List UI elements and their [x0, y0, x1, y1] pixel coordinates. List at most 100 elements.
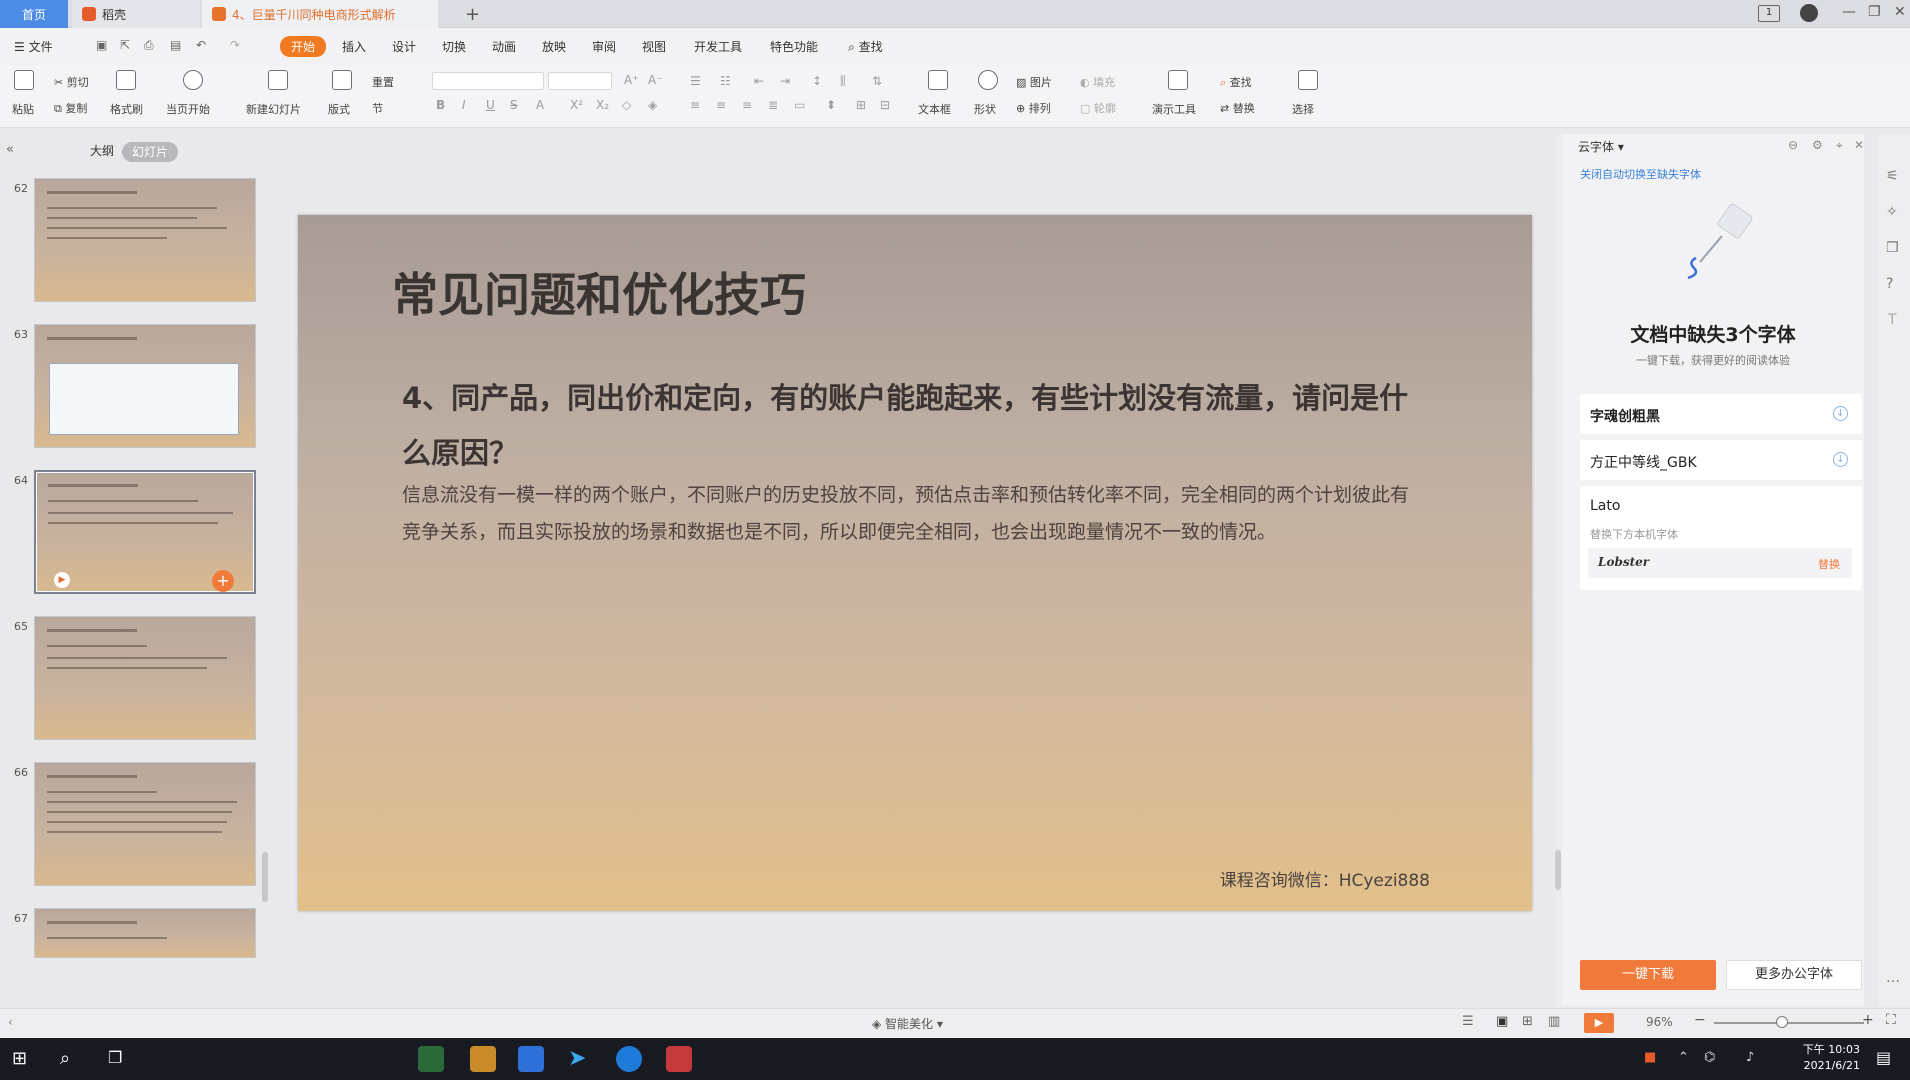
align-right-icon[interactable]: ≡	[742, 98, 752, 112]
grow-font-icon[interactable]: A⁺	[624, 73, 639, 87]
wps-writer-icon[interactable]	[518, 1046, 544, 1072]
animation-icon[interactable]: ✧	[1886, 204, 1898, 220]
minimize-panel-icon[interactable]: ⊖	[1788, 138, 1798, 152]
replace-button[interactable]: ⇄ 替换	[1220, 100, 1255, 116]
bullet-list-icon[interactable]: ☰	[690, 74, 701, 88]
arrange-button[interactable]: ⊕ 排列	[1016, 100, 1051, 116]
slideshow-play-button[interactable]: ▶	[1584, 1013, 1614, 1033]
status-scroll-icon[interactable]: ‹	[8, 1015, 13, 1029]
shapes-icon[interactable]	[978, 70, 998, 90]
tab-home[interactable]: 首页	[0, 0, 68, 28]
taskbar-search-icon[interactable]: ⌕	[60, 1048, 70, 1069]
zoom-out-icon[interactable]: −	[1694, 1012, 1706, 1028]
format-painter-icon[interactable]	[116, 70, 136, 90]
clock[interactable]: 下午 10:03 2021/6/21	[1803, 1042, 1860, 1074]
outline-button[interactable]: ▢ 轮廓	[1080, 100, 1116, 116]
slide-question[interactable]: 4、同产品，同出价和定向，有的账户能跑起来，有些计划没有流量，请问是什么原因？	[402, 371, 1412, 481]
slide-thumbnail-65[interactable]	[34, 616, 256, 740]
font-size-select[interactable]	[548, 72, 612, 90]
zoom-slider[interactable]	[1714, 1016, 1864, 1028]
menu-developer[interactable]: 开发工具	[694, 38, 742, 55]
tab-outline[interactable]: 大纲	[90, 142, 114, 162]
app-icon[interactable]	[470, 1046, 496, 1072]
properties-icon[interactable]: ⚟	[1886, 168, 1899, 184]
play-slide-icon[interactable]: ▶	[54, 572, 70, 588]
user-avatar[interactable]	[1800, 4, 1818, 22]
restore-icon[interactable]: ❐	[1868, 4, 1881, 20]
menu-view[interactable]: 视图	[642, 38, 666, 55]
subscript-icon[interactable]: X₂	[596, 98, 609, 112]
font-card-fangzheng[interactable]: 方正中等线_GBK ↓	[1580, 440, 1862, 480]
indent-increase-icon[interactable]: ⇥	[780, 74, 790, 88]
line-spacing-icon[interactable]: ↕	[812, 74, 822, 88]
pin-icon[interactable]: ⌖	[1836, 138, 1843, 153]
paste-button[interactable]: 粘贴	[12, 101, 34, 117]
download-icon[interactable]: ↓	[1833, 452, 1848, 467]
zoom-level[interactable]: 96%	[1646, 1015, 1673, 1029]
smart-beautify-button[interactable]: ◈ 智能美化 ▾	[872, 1015, 943, 1032]
slide-title[interactable]: 常见问题和优化技巧	[392, 259, 806, 325]
shrink-font-icon[interactable]: A⁻	[648, 73, 663, 87]
canvas-scroll-thumb[interactable]	[1555, 850, 1561, 890]
auto-switch-link[interactable]: 关闭自动切换至缺失字体	[1580, 166, 1701, 182]
convert-icon[interactable]: ⊟	[880, 98, 890, 112]
task-view-icon[interactable]: ❐	[108, 1048, 122, 1067]
new-slide-button[interactable]: 新建幻灯片	[246, 101, 301, 117]
close-window-icon[interactable]: ✕	[1894, 4, 1906, 20]
select-button[interactable]: 选择	[1292, 101, 1314, 117]
play-from-current-icon[interactable]	[183, 70, 203, 90]
font-card-lato[interactable]: Lato 替换下方本机字体 Lobster 替换	[1580, 486, 1862, 590]
zoom-slider-thumb[interactable]	[1776, 1016, 1788, 1028]
indent-decrease-icon[interactable]: ⇤	[754, 74, 764, 88]
layout-button[interactable]: 版式	[328, 101, 350, 117]
justify-icon[interactable]: ≣	[768, 98, 778, 112]
strikethrough-icon[interactable]: S	[510, 98, 518, 112]
slide-thumbnail-62[interactable]	[34, 178, 256, 302]
cut-button[interactable]: ✂ 剪切	[54, 74, 89, 90]
font-color-icon[interactable]: A	[536, 98, 544, 112]
save-icon[interactable]: ▣	[96, 38, 107, 52]
slide-thumbnail-64[interactable]: ▶ +	[34, 470, 256, 594]
slides-icon[interactable]: ❐	[1886, 240, 1899, 256]
wechat-icon[interactable]	[418, 1046, 444, 1072]
underline-icon[interactable]: U	[486, 98, 495, 112]
section-button[interactable]: 节	[372, 100, 383, 116]
menu-file[interactable]: ☰ 文件	[14, 38, 53, 55]
tab-docer[interactable]: 稻壳	[72, 0, 200, 28]
replace-font-button[interactable]: 替换	[1818, 556, 1840, 572]
text-direction-icon[interactable]: ⇅	[872, 74, 882, 88]
highlight-icon[interactable]: ◈	[648, 98, 657, 112]
fit-window-icon[interactable]: ⛶	[1886, 1012, 1896, 1028]
collapse-pane-icon[interactable]: «	[6, 142, 14, 157]
reset-button[interactable]: 重置	[372, 74, 394, 90]
notification-icon[interactable]: ▤	[1876, 1048, 1891, 1067]
superscript-icon[interactable]: X²	[570, 98, 583, 112]
clear-format-icon[interactable]: ◇	[622, 98, 631, 112]
vertical-align-icon[interactable]: ⬍	[826, 98, 836, 112]
text-icon[interactable]: T	[1888, 312, 1897, 328]
textbox-button[interactable]: 文本框	[918, 101, 951, 117]
download-all-button[interactable]: 一键下载	[1580, 960, 1716, 990]
menu-slideshow[interactable]: 放映	[542, 38, 566, 55]
settings-icon[interactable]: ⚙	[1812, 138, 1823, 152]
network-icon[interactable]: ⌬	[1704, 1050, 1715, 1065]
menu-animation[interactable]: 动画	[492, 38, 516, 55]
tab-document[interactable]: 4、巨量千川同种电商形式解析	[202, 0, 438, 28]
menu-start[interactable]: 开始	[280, 36, 327, 57]
fill-button[interactable]: ◐ 填充	[1080, 74, 1115, 90]
menu-review[interactable]: 审阅	[592, 38, 616, 55]
layout-icon[interactable]	[332, 70, 352, 90]
copy-button[interactable]: ⧉ 复制	[54, 100, 87, 116]
preview-icon[interactable]: ▤	[170, 38, 181, 52]
align-left-icon[interactable]: ≡	[690, 98, 700, 112]
notes-toggle-icon[interactable]: ☰	[1462, 1014, 1474, 1029]
slide-thumbnail-63[interactable]	[34, 324, 256, 448]
find-button[interactable]: ⌕ 查找	[1220, 74, 1252, 90]
shapes-button[interactable]: 形状	[974, 101, 996, 117]
paste-icon[interactable]	[14, 70, 34, 90]
undo-icon[interactable]: ↶	[196, 38, 206, 52]
slide-body[interactable]: 信息流没有一模一样的两个账户，不同账户的历史投放不同，预估点击率和预估转化率不同…	[402, 477, 1422, 551]
redo-icon[interactable]: ↷	[230, 38, 240, 52]
new-tab-button[interactable]: +	[455, 0, 490, 28]
export-icon[interactable]: ⇱	[120, 38, 130, 52]
